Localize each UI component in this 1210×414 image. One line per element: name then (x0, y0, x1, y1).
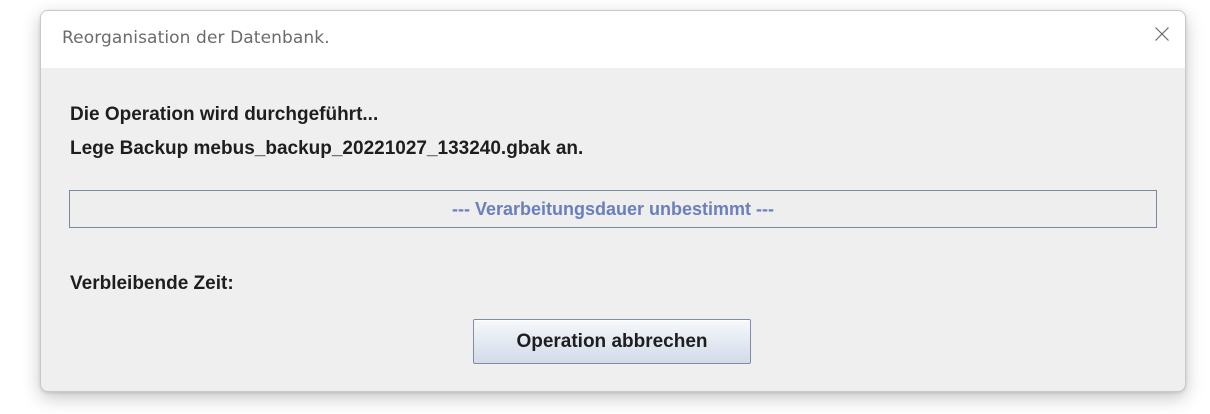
cancel-operation-button[interactable]: Operation abbrechen (473, 319, 751, 364)
remaining-time-label: Verbleibende Zeit: (70, 273, 234, 294)
operation-status-text: Die Operation wird durchgeführt... (70, 104, 379, 125)
close-button[interactable] (1139, 11, 1185, 57)
progress-text: --- Verarbeitungsdauer unbestimmt --- (451, 198, 775, 219)
title-bar: Reorganisation der Datenbank. (41, 11, 1185, 68)
reorganisation-dialog: Reorganisation der Datenbank. Die Operat… (40, 10, 1186, 392)
progress-bar: --- Verarbeitungsdauer unbestimmt --- (69, 190, 1157, 228)
close-icon (1155, 27, 1169, 41)
dialog-content: Die Operation wird durchgeführt... Lege … (41, 68, 1185, 391)
backup-status-text: Lege Backup mebus_backup_20221027_133240… (70, 138, 584, 159)
window-title: Reorganisation der Datenbank. (62, 28, 330, 48)
